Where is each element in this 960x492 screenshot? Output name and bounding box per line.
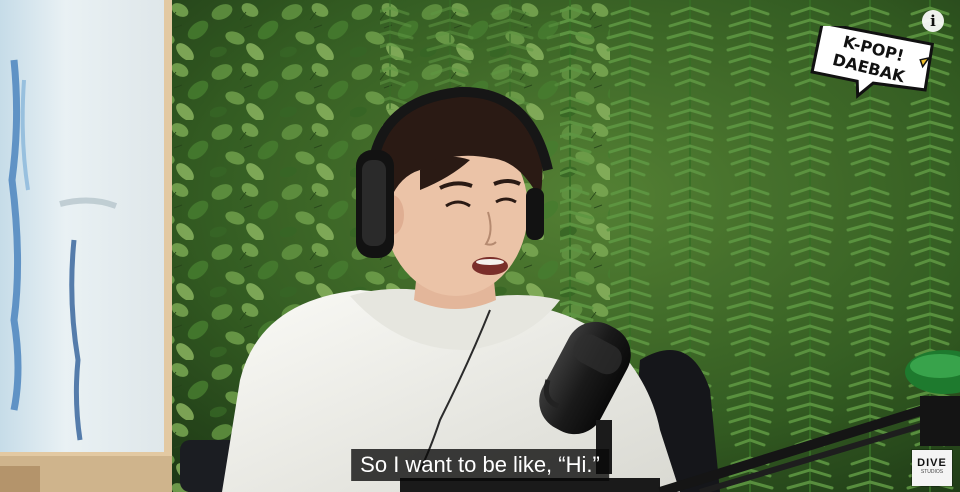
kpop-daebak-logo: K-POP! DAEBAK <box>810 26 934 99</box>
dive-studios-watermark[interactable]: DIVE STUDIOS <box>912 450 952 486</box>
subtitle-caption: So I want to be like, “Hi.” <box>351 449 609 481</box>
info-icon[interactable]: i <box>922 10 944 32</box>
watermark-sub-text: STUDIOS <box>920 469 944 475</box>
watermark-main-text: DIVE <box>917 457 947 469</box>
info-glyph: i <box>930 12 936 30</box>
video-player[interactable]: K-POP! DAEBAK i So I want to be like, “H… <box>0 0 960 492</box>
